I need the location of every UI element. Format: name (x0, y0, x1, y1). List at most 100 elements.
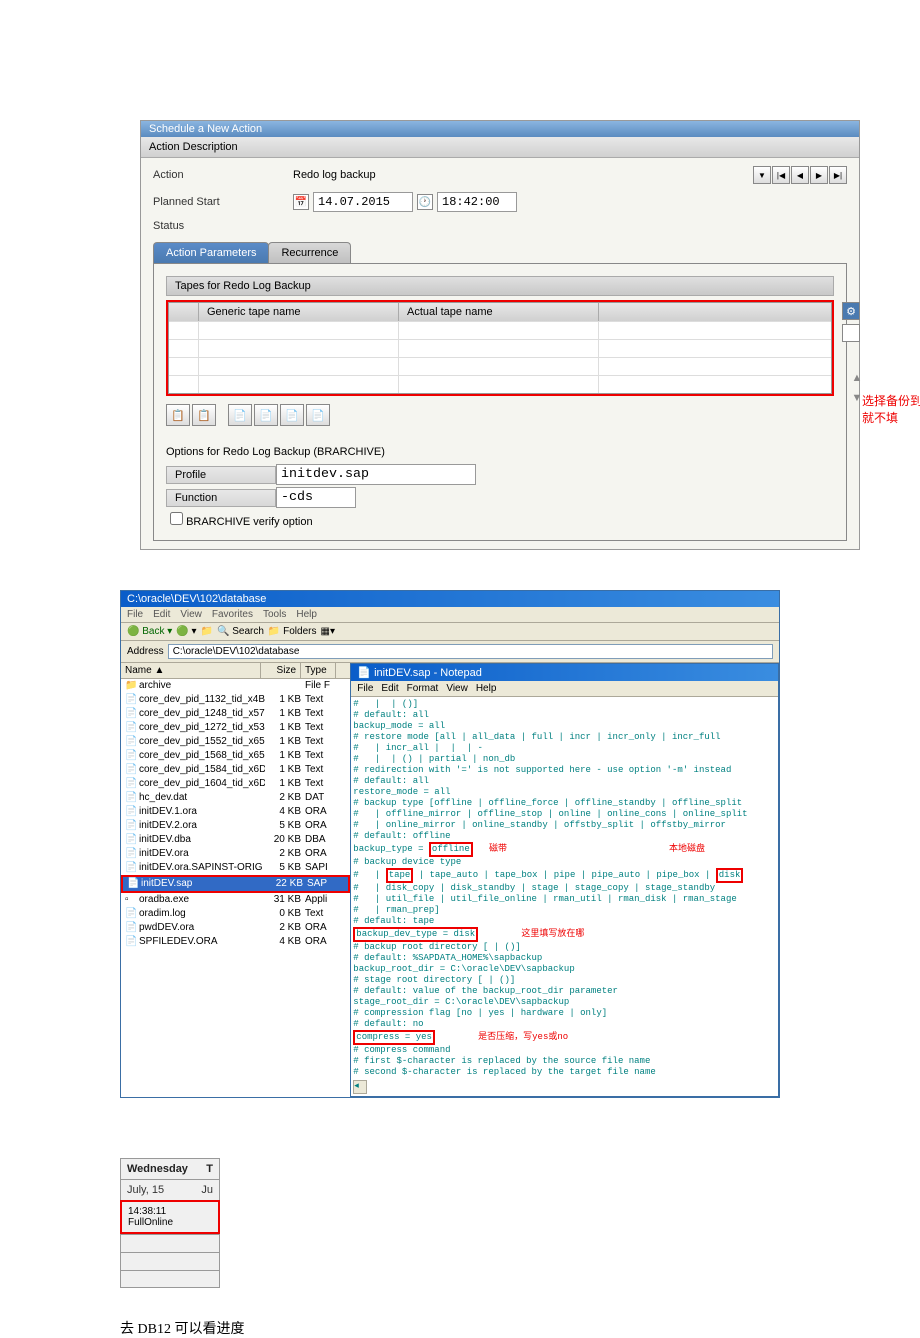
col-generic-tape: Generic tape name (199, 303, 399, 321)
search-button[interactable]: 🔍 Search (217, 626, 264, 637)
tab-recurrence[interactable]: Recurrence (268, 242, 351, 263)
up-button[interactable]: 📁 (201, 626, 213, 637)
dialog-body: Action Redo log backup ▼ |◀ ◀ ▶ ▶| Plann… (141, 158, 859, 549)
copy-button[interactable]: 📄 (228, 404, 252, 426)
forward-button[interactable]: 🟢 ▾ (176, 626, 196, 637)
file-row[interactable]: 📄core_dev_pid_1552_tid_x650...1 KBText (121, 735, 350, 749)
tapes-table: Generic tape name Actual tape name (168, 302, 832, 394)
options-header: Options for Redo Log Backup (BRARCHIVE) (166, 446, 834, 458)
file-list: Name ▲ Size Type 📁archiveFile F📄core_dev… (121, 663, 350, 1097)
file-row[interactable]: 📄initDEV.ora.SAPINST-ORIG5 KBSAPI (121, 861, 350, 875)
clock-icon[interactable]: 🕐 (417, 194, 433, 210)
menu-format[interactable]: Format (407, 683, 439, 694)
calendar-empty (120, 1270, 220, 1288)
menu-edit[interactable]: Edit (153, 609, 170, 620)
table-corner (169, 303, 199, 321)
file-row[interactable]: 📄pwdDEV.ora2 KBORA (121, 921, 350, 935)
verify-label: BRARCHIVE verify option (186, 516, 313, 528)
file-row[interactable]: 📄hc_dev.dat2 KBDAT (121, 791, 350, 805)
notepad-window: 📄 initDEV.sap - Notepad File Edit Format Vi… (350, 663, 779, 1097)
col-actual-tape: Actual tape name (399, 303, 599, 321)
explorer-menu: File Edit View Favorites Tools Help (121, 607, 779, 623)
menu-view[interactable]: View (180, 609, 202, 620)
explorer-window: C:\oracle\DEV\102\database FileEditViewF… (120, 590, 780, 1098)
prev-button[interactable]: ◀ (791, 166, 809, 184)
calendar-day: Wednesday (127, 1163, 188, 1175)
file-row[interactable]: 📄initDEV.2.ora5 KBORA (121, 819, 350, 833)
calendar-empty (120, 1234, 220, 1252)
dropdown-icon[interactable]: ▼ (753, 166, 771, 184)
col-type[interactable]: Type (301, 663, 336, 678)
file-row[interactable]: 📄core_dev_pid_1568_tid_x65C...1 KBText (121, 749, 350, 763)
tapes-header: Tapes for Redo Log Backup (166, 276, 834, 296)
last-button[interactable]: ▶| (829, 166, 847, 184)
col-size[interactable]: Size (261, 663, 301, 678)
insert-row-button[interactable]: 📋 (166, 404, 190, 426)
notepad-menu: File Edit Format View Help (351, 681, 778, 697)
menu-file[interactable]: File (357, 683, 373, 694)
menu-view[interactable]: View (446, 683, 468, 694)
verify-checkbox[interactable] (170, 512, 183, 525)
action-value: Redo log backup (293, 169, 376, 181)
profile-input[interactable] (276, 464, 476, 485)
address-input[interactable] (168, 644, 773, 659)
menu-help[interactable]: Help (296, 609, 317, 620)
schedule-action-dialog: Schedule a New Action Action Description… (140, 120, 860, 550)
file-row[interactable]: 📄core_dev_pid_1132_tid_x4B0...1 KBText (121, 693, 350, 707)
file-row[interactable]: 📄core_dev_pid_1584_tid_x6D...1 KBText (121, 763, 350, 777)
address-label: Address (127, 646, 164, 657)
file-row[interactable]: 📄initDEV.dba20 KBDBA (121, 833, 350, 847)
planned-start-label: Planned Start (153, 196, 293, 208)
duplicate-button[interactable]: 📄 (306, 404, 330, 426)
file-row[interactable]: 📄core_dev_pid_1272_tid_x534...1 KBText (121, 721, 350, 735)
back-button[interactable]: 🟢 Back ▾ (127, 626, 172, 637)
file-row[interactable]: 📄initDEV.ora2 KBORA (121, 847, 350, 861)
delete-row-button[interactable]: 📋 (192, 404, 216, 426)
explorer-title: C:\oracle\DEV\102\database (121, 591, 779, 607)
menu-file[interactable]: File (127, 609, 143, 620)
notepad-title: 📄 initDEV.sap - Notepad (351, 664, 778, 681)
table-settings-icon[interactable]: ⚙ (842, 302, 860, 320)
calendar-widget: Wednesday T July, 15 Ju 14:38:11 FullOnl… (120, 1158, 220, 1288)
status-label: Status (153, 220, 293, 232)
profile-label: Profile (166, 466, 276, 484)
calendar-icon[interactable]: 📅 (293, 194, 309, 210)
calendar-date: July, 15 (127, 1184, 164, 1196)
scroll-up-icon[interactable]: ▲ (842, 372, 872, 384)
annotation-drive: 选择备份到的盘符，如果是本地就不填 (862, 392, 920, 426)
function-input[interactable] (276, 487, 356, 508)
file-row[interactable]: 📄oradim.log0 KBText (121, 907, 350, 921)
menu-help[interactable]: Help (476, 683, 497, 694)
menu-favorites[interactable]: Favorites (212, 609, 253, 620)
col-name[interactable]: Name ▲ (121, 663, 261, 678)
first-button[interactable]: |◀ (772, 166, 790, 184)
section-header: Action Description (141, 137, 859, 158)
date-input[interactable] (313, 192, 413, 212)
folders-button[interactable]: 📁 Folders (268, 626, 317, 637)
paste-button[interactable]: 📄 (254, 404, 278, 426)
next-button[interactable]: ▶ (810, 166, 828, 184)
dialog-title-bar: Schedule a New Action (141, 121, 859, 137)
function-label: Function (166, 489, 276, 507)
menu-tools[interactable]: Tools (263, 609, 286, 620)
notepad-body[interactable]: # | | ()]# default: allbackup_mode = all… (351, 697, 778, 1096)
footer-text: 去 DB12 可以看进度 (120, 1318, 920, 1338)
file-row[interactable]: 📄core_dev_pid_1604_tid_x6D...1 KBText (121, 777, 350, 791)
file-row[interactable]: 📄initDEV.1.ora4 KBORA (121, 805, 350, 819)
views-button[interactable]: ▦▾ (321, 626, 335, 637)
time-input[interactable] (437, 192, 517, 212)
file-row[interactable]: ▫oradba.exe31 KBAppli (121, 893, 350, 907)
calendar-status: 14:38:11 FullOnline (120, 1200, 220, 1234)
file-row[interactable]: 📄core_dev_pid_1248_tid_x578...1 KBText (121, 707, 350, 721)
tab-action-parameters[interactable]: Action Parameters (153, 242, 269, 263)
action-label: Action (153, 169, 293, 181)
file-row[interactable]: 📄initDEV.sap22 KBSAP (121, 875, 350, 893)
menu-edit[interactable]: Edit (381, 683, 398, 694)
table-checkbox[interactable] (842, 324, 860, 342)
calendar-empty (120, 1252, 220, 1270)
file-row[interactable]: 📁archiveFile F (121, 679, 350, 693)
tab-content: Tapes for Redo Log Backup Generic tape n… (153, 263, 847, 541)
file-row[interactable]: 📄SPFILEDEV.ORA4 KBORA (121, 935, 350, 949)
cut-button[interactable]: 📄 (280, 404, 304, 426)
calendar-t: T (206, 1163, 213, 1175)
